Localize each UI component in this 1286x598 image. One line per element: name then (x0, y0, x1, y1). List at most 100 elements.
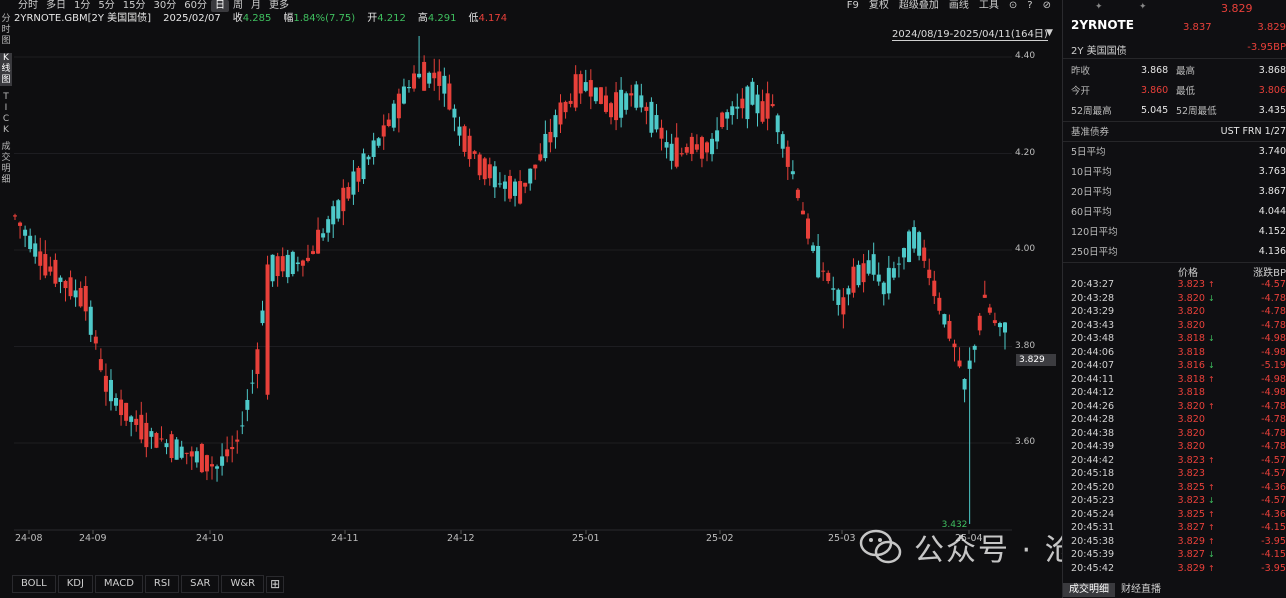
candle-body (472, 151, 477, 154)
tick-row[interactable]: 20:44:28 3.820 -4.78 (1071, 413, 1286, 426)
tick-row[interactable]: 20:44:11 3.818 ↑ -4.98 (1071, 373, 1286, 386)
tick-row[interactable]: 20:44:39 3.820 -4.78 (1071, 440, 1286, 453)
tick-price: 3.818 (1177, 346, 1205, 358)
panel-tab[interactable]: 财经直播 (1115, 583, 1167, 597)
tool-item[interactable]: 超级叠加 (894, 0, 944, 12)
tick-row[interactable]: 20:43:43 3.820 -4.78 (1071, 319, 1286, 332)
tool-item[interactable]: F9 (842, 0, 864, 12)
tick-row[interactable]: 20:44:06 3.818 -4.98 (1071, 346, 1286, 359)
candle-body (179, 446, 184, 458)
bp-header: 涨跌BP (1253, 268, 1286, 279)
indicator-tab[interactable]: RSI (144, 575, 180, 593)
arrow-up-icon: ↑ (1208, 401, 1215, 411)
tick-row[interactable]: 20:44:26 3.820 ↑ -4.78 (1071, 400, 1286, 413)
candle-body (992, 320, 997, 324)
indicator-tab[interactable]: SAR (181, 575, 220, 593)
candle-body (53, 259, 58, 284)
tick-row[interactable]: 20:44:12 3.818 -4.98 (1071, 386, 1286, 399)
tick-row[interactable]: 20:43:48 3.818 ↓ -4.98 (1071, 332, 1286, 345)
average-row: 60日平均 4.044 (1071, 201, 1286, 221)
add-indicator-icon[interactable]: ⊞ (266, 575, 285, 593)
candle-body (33, 243, 38, 257)
candle-body (73, 290, 78, 298)
tool-item[interactable]: ⊘ (1038, 0, 1056, 12)
tick-row[interactable]: 20:44:07 3.816 ↓ -5.19 (1071, 359, 1286, 372)
indicator-tab[interactable]: W&R (221, 575, 265, 593)
pin-icon[interactable]: ✦ (1095, 2, 1103, 12)
indicator-tab[interactable]: KDJ (57, 575, 93, 593)
tick-time: 20:44:26 (1071, 400, 1115, 412)
period-tab[interactable]: 5分 (94, 0, 118, 12)
tick-time: 20:44:42 (1071, 454, 1115, 466)
candle-body (98, 359, 103, 371)
tool-item[interactable]: 画线 (944, 0, 974, 12)
panel-tab[interactable]: 成交明细 (1063, 583, 1115, 597)
period-tab[interactable]: 日 (210, 0, 229, 12)
candle-body (194, 451, 199, 463)
x-axis-label: 25-03 (828, 533, 856, 544)
period-tab[interactable]: 分时 (14, 0, 42, 12)
period-tab[interactable]: 30分 (149, 0, 180, 12)
candle-body (654, 115, 659, 130)
x-axis-label: 24-12 (447, 533, 475, 544)
settings-icon[interactable]: ✦ (1139, 2, 1147, 12)
candle-body (750, 81, 755, 105)
candle-body (745, 86, 750, 120)
tick-row[interactable]: 20:43:29 3.820 -4.78 (1071, 305, 1286, 318)
arrow-down-icon: ↓ (1208, 334, 1215, 343)
period-tab[interactable]: 月 (247, 0, 265, 12)
candle-body (159, 438, 164, 440)
stat-label: 52周最低 (1176, 106, 1217, 117)
candle-body (523, 182, 528, 187)
benchmark-row: 基准债券 UST FRN 1/27 (1071, 121, 1286, 141)
candle-body (664, 142, 669, 148)
tick-row[interactable]: 20:43:28 3.820 ↓ -4.78 (1071, 292, 1286, 305)
tick-bp: -3.95 (1261, 562, 1286, 574)
tick-bp: -4.36 (1261, 508, 1286, 520)
y-axis-label: 4.00 (1015, 244, 1036, 254)
tick-price: 3.825 (1177, 481, 1205, 493)
tick-row[interactable]: 20:45:42 3.829 ↑ -3.95 (1071, 562, 1286, 575)
candle-body (674, 137, 679, 167)
tick-time: 20:44:38 (1071, 427, 1115, 439)
candle-body (432, 72, 437, 79)
tick-row[interactable]: 20:45:24 3.825 ↑ -4.36 (1071, 508, 1286, 521)
divider (1063, 58, 1286, 59)
tick-row[interactable]: 20:45:31 3.827 ↑ -4.15 (1071, 521, 1286, 534)
panel-bottom-tabs: 成交明细 财经直播 (1063, 583, 1167, 597)
period-tab[interactable]: 60分 (180, 0, 211, 12)
period-tab[interactable]: 1分 (70, 0, 94, 12)
period-tab[interactable]: 更多 (265, 0, 293, 12)
candle-body (58, 277, 63, 282)
tick-row[interactable]: 20:44:42 3.823 ↑ -4.57 (1071, 454, 1286, 467)
candle-body (43, 254, 48, 276)
tool-item[interactable]: ? (1022, 0, 1037, 12)
period-tab[interactable]: 15分 (119, 0, 150, 12)
tick-row[interactable]: 20:44:38 3.820 -4.78 (1071, 427, 1286, 440)
candle-body (901, 248, 906, 258)
period-tab[interactable]: 周 (229, 0, 247, 12)
indicator-tab[interactable]: MACD (94, 575, 143, 593)
tick-row[interactable]: 20:45:39 3.827 ↓ -4.15 (1071, 548, 1286, 561)
tick-row[interactable]: 20:45:38 3.829 ↑ -3.95 (1071, 535, 1286, 548)
average-label: 250日平均 (1071, 247, 1118, 258)
tool-item[interactable]: 复权 (864, 0, 894, 12)
tick-row[interactable]: 20:45:23 3.823 ↓ -4.57 (1071, 494, 1286, 507)
candlestick-chart[interactable]: 24-08 24-09 24-10 24-11 24-12 25-01 25-02 25-03… (0, 36, 1060, 566)
tool-item[interactable]: ⊙ (1004, 0, 1022, 12)
average-label: 20日平均 (1071, 187, 1112, 198)
candle-body (240, 425, 245, 427)
candle-body (108, 379, 113, 402)
arrow-up-icon: ↑ (1208, 482, 1215, 492)
tick-row[interactable]: 20:45:20 3.825 ↑ -4.36 (1071, 481, 1286, 494)
indicator-tab[interactable]: BOLL (12, 575, 56, 593)
tick-row[interactable]: 20:45:18 3.823 -4.57 (1071, 467, 1286, 480)
tick-row[interactable]: 20:43:27 3.823 ↑ -4.57 (1071, 278, 1286, 291)
period-tab[interactable]: 多日 (42, 0, 70, 12)
candle-body (381, 125, 386, 137)
tick-price: 3.827 (1177, 522, 1205, 533)
candle-body (487, 164, 492, 179)
tick-time: 20:45:23 (1071, 495, 1115, 506)
tool-item[interactable]: 工具 (974, 0, 1004, 12)
tick-time: 20:44:06 (1071, 346, 1115, 358)
